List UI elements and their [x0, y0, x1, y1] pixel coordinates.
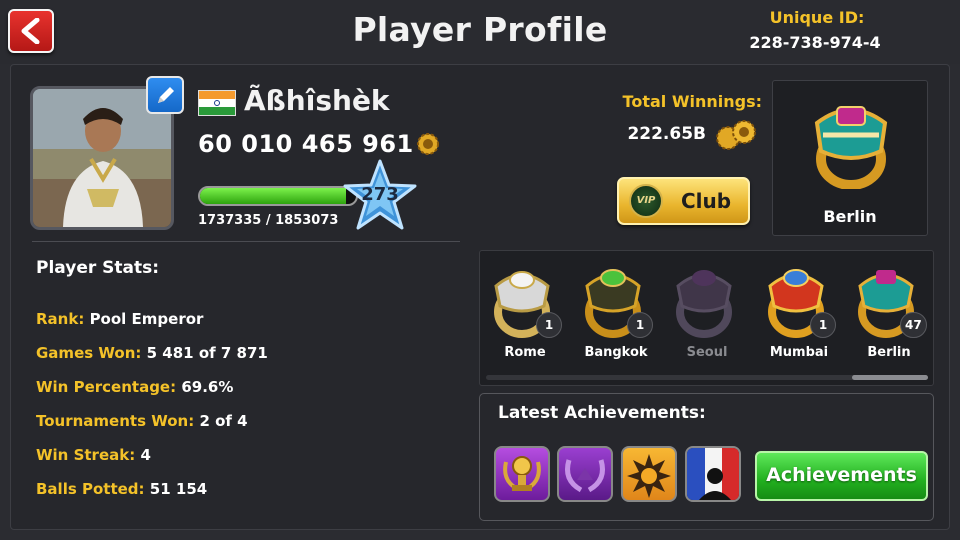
total-winnings-label: Total Winnings:: [622, 92, 762, 111]
featured-ring-label: Berlin: [823, 207, 877, 226]
coin-icon: [417, 133, 439, 155]
stat-balls-potted: Balls Potted: 51 154: [36, 480, 208, 498]
ring-item-bangkok[interactable]: 1 Bangkok: [581, 262, 665, 362]
unique-id-label: Unique ID:: [769, 8, 865, 27]
stat-win-streak: Win Streak: 4: [36, 446, 151, 464]
stat-tournaments-won: Tournaments Won: 2 of 4: [36, 412, 248, 430]
ring-item-mumbai[interactable]: 1 Mumbai: [764, 262, 848, 362]
france-badge-icon[interactable]: [685, 446, 741, 502]
pencil-icon: [158, 87, 174, 103]
ring-label: Seoul: [686, 345, 728, 360]
ring-label: Berlin: [867, 345, 911, 360]
india-flag-icon: [198, 90, 236, 116]
total-winnings-value: 222.65B: [627, 124, 706, 144]
ring-label: Rome: [504, 345, 546, 360]
level-number: 273: [361, 184, 399, 205]
ring-item-berlin[interactable]: 47 Berlin: [854, 262, 938, 362]
stat-rank: Rank: Pool Emperor: [36, 310, 204, 328]
ring-label: Mumbai: [769, 345, 829, 360]
unique-id-value: 228-738-974-4: [749, 33, 881, 52]
divider: [32, 241, 460, 242]
berlin-ring-icon: [814, 106, 888, 189]
club-button[interactable]: VIP Club: [617, 177, 750, 225]
ring-item-rome[interactable]: 1 Rome: [490, 262, 574, 362]
ring-item-seoul[interactable]: Seoul: [672, 262, 756, 362]
coins-stack-icon: [716, 120, 756, 150]
xp-progress-fill: [200, 188, 347, 204]
seoul-ring-icon: [676, 270, 732, 338]
coin-balance: 60 010 465 961: [198, 130, 414, 158]
sun-badge-icon[interactable]: [621, 446, 677, 502]
trophy-badge-icon[interactable]: [494, 446, 550, 502]
stat-games-won: Games Won: 5 481 of 7 871: [36, 344, 268, 362]
edit-profile-button[interactable]: [146, 76, 184, 114]
ring-count-badge: 1: [536, 312, 562, 338]
stats-title: Player Stats:: [36, 258, 160, 278]
ring-count-badge: 47: [900, 312, 927, 338]
achievements-button[interactable]: Achievements: [755, 451, 928, 501]
club-button-label: Club: [681, 189, 732, 213]
xp-progress-bar: [198, 186, 358, 206]
ring-count-badge: 1: [810, 312, 836, 338]
rings-scroll-thumb[interactable]: [852, 375, 928, 380]
ring-label: Bangkok: [584, 345, 648, 360]
xp-text: 1737335 / 1853073: [198, 213, 339, 228]
vip-badge-icon: VIP: [629, 184, 663, 218]
achievements-title: Latest Achievements:: [498, 403, 706, 423]
player-name: Ãßhîshèk: [244, 84, 390, 117]
stat-win-percentage: Win Percentage: 69.6%: [36, 378, 234, 396]
ring-count-badge: 1: [627, 312, 653, 338]
laurel-badge-icon[interactable]: [557, 446, 613, 502]
